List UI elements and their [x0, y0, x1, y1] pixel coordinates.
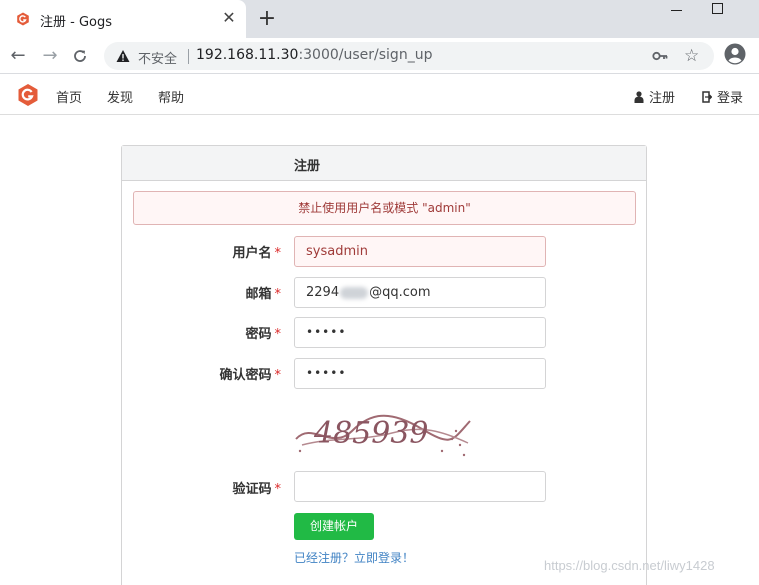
required-mark: *: [274, 368, 282, 383]
captcha-text: 485939: [313, 416, 429, 451]
nav-login-label: 登录: [717, 91, 744, 106]
username-input[interactable]: sysadmin: [294, 236, 546, 267]
url-host: 192.168.11.30: [196, 47, 299, 63]
email-label: 邮箱 *: [122, 283, 281, 302]
omnibox-separator: [188, 49, 189, 64]
minimize-window-button[interactable]: [665, 0, 689, 20]
nav-register[interactable]: 注册: [634, 87, 675, 106]
nav-help[interactable]: 帮助: [158, 87, 184, 106]
username-label: 用户名 *: [122, 242, 281, 261]
nav-explore[interactable]: 发现: [107, 87, 133, 106]
nav-register-label: 注册: [649, 91, 676, 106]
url-text[interactable]: 192.168.11.30:3000/user/sign_up: [196, 47, 432, 63]
email-label-text: 邮箱: [245, 287, 272, 302]
gogs-logo-icon[interactable]: [16, 83, 40, 107]
bookmark-star-icon[interactable]: ☆: [684, 46, 699, 66]
maximize-window-button[interactable]: [712, 3, 723, 14]
required-mark: *: [274, 287, 282, 302]
confirm-password-input[interactable]: •••••: [294, 358, 546, 389]
captcha-label: 验证码 *: [122, 478, 281, 497]
browser-toolbar: ← → 不安全 192.168.11.30:3000/user/sign_up …: [0, 38, 759, 74]
gogs-favicon-icon: [17, 12, 29, 26]
user-icon: [634, 90, 644, 103]
new-tab-button[interactable]: +: [256, 8, 278, 30]
captcha-label-text: 验证码: [232, 482, 272, 497]
signin-link[interactable]: 已经注册？立即登录！: [294, 549, 414, 566]
signup-panel: 注册 禁止使用用户名或模式 "admin" 用户名 * sysadmin 邮箱 * …: [121, 145, 647, 585]
password-label-text: 密码: [245, 327, 272, 342]
nav-login[interactable]: 登录: [702, 87, 743, 106]
browser-tab[interactable]: 注册 - Gogs ✕: [0, 0, 246, 38]
captcha-image[interactable]: 485939: [292, 401, 474, 463]
password-input[interactable]: •••••: [294, 317, 546, 348]
username-label-text: 用户名: [232, 246, 272, 261]
redaction-blur: [340, 286, 369, 299]
captcha-input[interactable]: [294, 471, 546, 502]
error-message: 禁止使用用户名或模式 "admin": [133, 191, 636, 225]
profile-icon[interactable]: [724, 43, 746, 65]
required-mark: *: [274, 482, 282, 497]
required-mark: *: [274, 327, 282, 342]
forward-button[interactable]: →: [38, 44, 62, 68]
url-path: :3000/user/sign_up: [298, 47, 433, 63]
panel-header: 注册: [122, 146, 646, 181]
key-icon[interactable]: [652, 49, 668, 63]
tab-close-icon[interactable]: ✕: [220, 9, 238, 27]
confirm-password-label-text: 确认密码: [219, 368, 272, 383]
password-label: 密码 *: [122, 323, 281, 342]
security-label[interactable]: 不安全: [138, 48, 177, 67]
reload-icon[interactable]: [72, 48, 88, 64]
nav-home[interactable]: 首页: [56, 87, 82, 106]
confirm-password-label: 确认密码 *: [122, 364, 281, 383]
create-account-button[interactable]: 创建帐户: [294, 513, 374, 540]
sign-in-icon: [702, 90, 712, 103]
warning-icon: [116, 50, 130, 62]
email-input[interactable]: 2294 @qq.com: [294, 277, 546, 308]
back-button[interactable]: ←: [6, 44, 30, 68]
address-bar[interactable]: 不安全 192.168.11.30:3000/user/sign_up ☆: [104, 42, 714, 70]
browser-tab-strip: 注册 - Gogs ✕ +: [0, 0, 759, 38]
watermark: https://blog.csdn.net/liwy1428: [544, 558, 715, 573]
panel-title: 注册: [294, 159, 321, 174]
email-suffix: @qq.com: [369, 285, 431, 300]
email-prefix: 2294: [306, 285, 340, 300]
site-navbar: 首页 发现 帮助 注册 登录: [0, 75, 759, 115]
tab-title: 注册 - Gogs: [40, 15, 113, 30]
required-mark: *: [274, 246, 282, 261]
